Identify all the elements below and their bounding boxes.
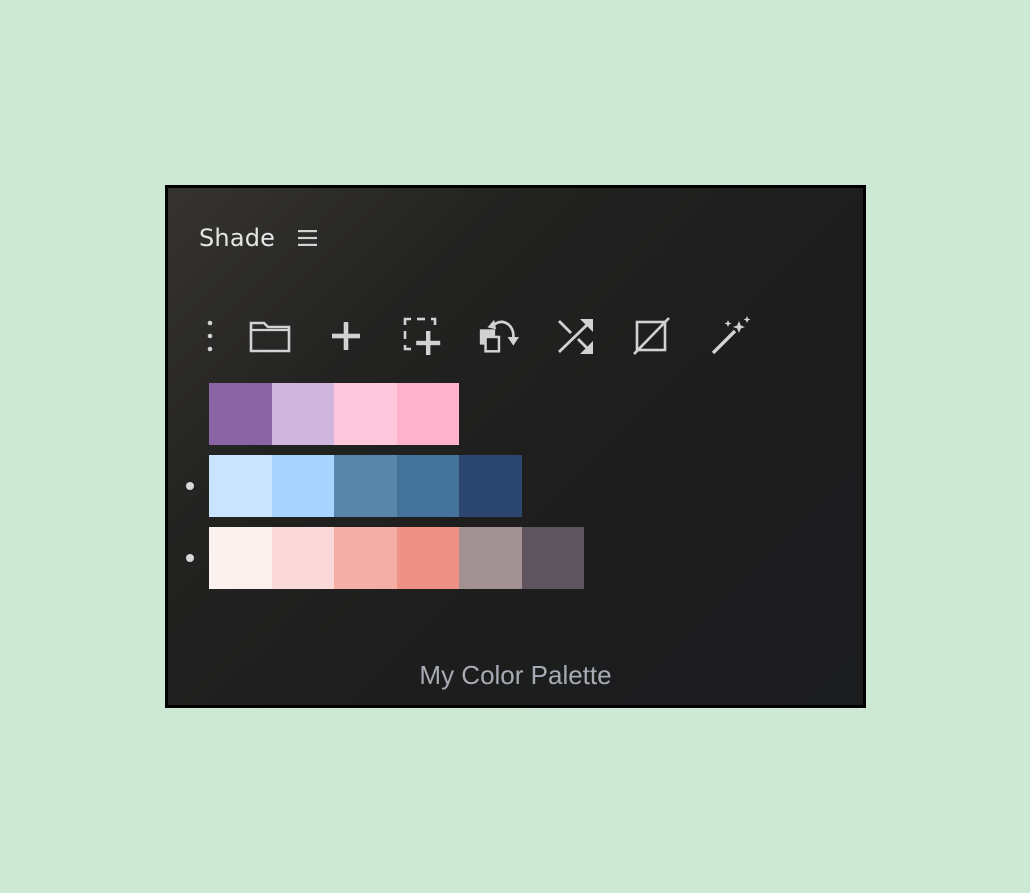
color-swatch[interactable] (271, 383, 334, 445)
panel-title: Shade (199, 224, 276, 252)
more-options-button[interactable] (188, 314, 232, 358)
color-swatch[interactable] (521, 527, 584, 589)
no-color-icon (633, 317, 670, 355)
magic-wand-icon (711, 316, 751, 355)
color-swatch[interactable] (209, 455, 272, 517)
color-swatch[interactable] (271, 455, 334, 517)
color-swatch[interactable] (334, 527, 397, 589)
color-swatch[interactable] (271, 527, 334, 589)
color-swatch[interactable] (209, 527, 272, 589)
color-swatch[interactable] (396, 383, 459, 445)
swap-colors-button[interactable] (476, 314, 520, 358)
shade-panel: Shade My Color Palette (165, 185, 866, 708)
swap-colors-icon (479, 319, 520, 353)
palette-row-3[interactable] (209, 527, 584, 589)
color-swatch[interactable] (209, 383, 272, 445)
hamburger-menu-icon[interactable] (297, 229, 319, 247)
add-button[interactable] (324, 314, 368, 358)
shuffle-button[interactable] (554, 314, 598, 358)
add-selection-icon (403, 317, 441, 355)
color-swatch[interactable] (459, 455, 522, 517)
palette-name: My Color Palette (419, 660, 612, 690)
palette-row-1[interactable] (209, 383, 459, 445)
shuffle-icon (558, 319, 593, 354)
folder-button[interactable] (248, 314, 292, 358)
no-color-button[interactable] (630, 314, 674, 358)
color-swatch[interactable] (459, 527, 522, 589)
more-options-icon (207, 320, 213, 352)
add-selection-button[interactable] (400, 314, 444, 358)
panel-header: Shade (199, 224, 319, 252)
color-swatch[interactable] (334, 455, 397, 517)
selected-palette-marker (186, 554, 194, 562)
color-swatch[interactable] (396, 527, 459, 589)
color-swatch[interactable] (334, 383, 397, 445)
folder-icon (249, 321, 291, 353)
magic-wand-button[interactable] (708, 314, 752, 358)
selected-palette-marker (186, 482, 194, 490)
palette-row-2[interactable] (209, 455, 522, 517)
color-swatch[interactable] (396, 455, 459, 517)
add-icon (332, 322, 360, 350)
